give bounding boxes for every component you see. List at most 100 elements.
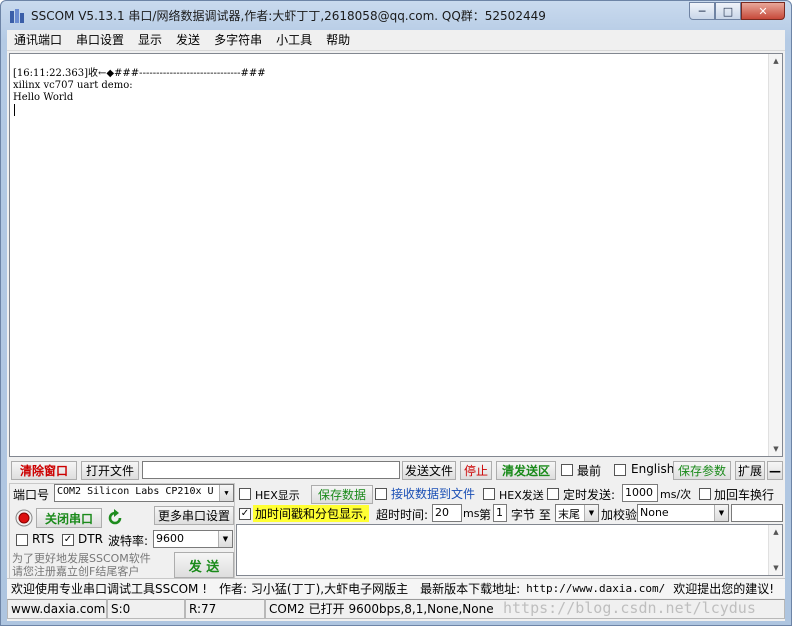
baud-select[interactable]: 9600 ▼	[153, 530, 233, 548]
window-title: SSCOM V5.13.1 串口/网络数据调试器,作者:大虾丁丁,2618058…	[31, 9, 546, 23]
expand-button[interactable]: 扩展	[735, 461, 765, 480]
menu-tools[interactable]: 小工具	[269, 31, 319, 50]
checksum-select[interactable]: None ▼	[637, 504, 729, 522]
feedback-text: 欢迎提出您的建议!	[673, 582, 775, 596]
output-line: xilinx vc707 uart demo:	[13, 80, 133, 91]
timeout-unit: ms	[463, 507, 480, 520]
scroll-down-icon[interactable]: ▼	[769, 442, 783, 456]
menu-send[interactable]: 发送	[169, 31, 207, 50]
file-toolbar: 清除窗口 打开文件 发送文件 停止 清发送区 最前 English 保存参数 扩…	[7, 459, 785, 481]
port-panel: 端口号 COM2 Silicon Labs CP210x U ▼ 关闭串口 更多…	[9, 483, 235, 579]
sscom-app-icon	[10, 9, 24, 23]
output-line: Hello World	[13, 92, 74, 103]
output-scrollbar[interactable]: ▲ ▼	[768, 54, 782, 456]
refresh-icon[interactable]	[106, 509, 124, 527]
add-crlf-label: 加回车换行	[714, 488, 775, 502]
menu-comm-port[interactable]: 通讯端口	[7, 31, 69, 50]
receive-text: [16:11:22.363]收←◆###--------------------…	[13, 68, 266, 104]
byte-end-select[interactable]: 末尾 ▼	[555, 504, 599, 522]
open-file-button[interactable]: 打开文件	[81, 461, 139, 480]
info-bar: 欢迎使用专业串口调试工具SSCOM ! 作者: 习小猛(丁丁),大虾电子网版主 …	[7, 578, 785, 598]
status-sent-count: S:0	[107, 599, 185, 619]
timeout-input[interactable]: 20	[432, 504, 462, 522]
hex-display-label: HEX显示	[255, 489, 300, 502]
stop-button[interactable]: 停止	[460, 461, 492, 480]
interval-unit: ms/次	[660, 488, 692, 501]
download-label: 最新版本下载地址:	[420, 582, 521, 596]
author-text: 作者: 习小猛(丁丁),大虾电子网版主	[219, 582, 409, 596]
send-scrollbar[interactable]: ▲ ▼	[768, 525, 782, 575]
status-port-info: COM2 已打开 9600bps,8,1,None,None	[265, 599, 785, 619]
baud-value: 9600	[156, 532, 184, 545]
receive-output[interactable]: [16:11:22.363]收←◆###--------------------…	[9, 53, 783, 457]
promo-text: 为了更好地发展SSCOM软件 请您注册嘉立创F结尾客户	[12, 552, 151, 578]
title-bar[interactable]: SSCOM V5.13.1 串口/网络数据调试器,作者:大虾丁丁,2618058…	[1, 1, 791, 29]
menu-multi-string[interactable]: 多字符串	[207, 31, 269, 50]
timed-send-checkbox[interactable]	[547, 488, 559, 500]
menu-bar: 通讯端口 串口设置 显示 发送 多字符串 小工具 帮助	[7, 30, 785, 51]
close-port-button[interactable]: 关闭串口	[36, 508, 102, 528]
minimize-button[interactable]: ─	[689, 2, 715, 20]
send-file-button[interactable]: 发送文件	[402, 461, 456, 480]
timeout-label: 超时时间:	[376, 508, 429, 522]
send-textarea[interactable]: ▲ ▼	[236, 524, 783, 576]
rts-checkbox[interactable]	[16, 534, 28, 546]
status-website: www.daxia.com	[7, 599, 107, 619]
status-received-count: R:77	[185, 599, 265, 619]
topmost-checkbox[interactable]	[561, 464, 573, 476]
port-value: COM2 Silicon Labs CP210x U	[57, 486, 214, 497]
app-window: SSCOM V5.13.1 串口/网络数据调试器,作者:大虾丁丁,2618058…	[0, 0, 792, 626]
timed-send-label: 定时发送:	[563, 488, 616, 502]
port-status-icon	[15, 509, 33, 527]
byte-mid-label: 字节 至	[511, 508, 551, 522]
dtr-label: DTR	[78, 532, 103, 546]
menu-serial-settings[interactable]: 串口设置	[69, 31, 131, 50]
menu-help[interactable]: 帮助	[319, 31, 357, 50]
clear-window-button[interactable]: 清除窗口	[11, 461, 77, 480]
clear-send-button[interactable]: 清发送区	[496, 461, 556, 480]
rts-label: RTS	[32, 532, 55, 546]
text-caret	[14, 104, 15, 116]
hex-display-checkbox[interactable]	[239, 488, 251, 500]
chevron-down-icon[interactable]: ▼	[219, 485, 233, 501]
download-link[interactable]: http://www.daxia.com/	[526, 582, 665, 595]
hex-send-label: HEX发送	[499, 489, 544, 502]
scroll-up-icon[interactable]: ▲	[769, 54, 783, 68]
chevron-down-icon[interactable]: ▼	[218, 531, 232, 547]
output-line: [16:11:22.363]收←◆###--------------------…	[13, 68, 266, 79]
port-label: 端口号	[13, 488, 50, 502]
save-params-button[interactable]: 保存参数	[673, 461, 731, 480]
english-label: English	[631, 462, 675, 476]
add-crlf-checkbox[interactable]	[699, 488, 711, 500]
more-settings-button[interactable]: 更多串口设置	[154, 506, 234, 525]
status-bar: www.daxia.com S:0 R:77 COM2 已打开 9600bps,…	[7, 599, 785, 619]
file-path-input[interactable]	[142, 461, 400, 479]
save-data-button[interactable]: 保存数据	[311, 485, 373, 504]
byte-end-value: 末尾	[558, 508, 580, 521]
chevron-down-icon[interactable]: ▼	[584, 505, 598, 521]
checksum-extra-input[interactable]	[731, 504, 783, 522]
recv-to-file-checkbox[interactable]	[375, 488, 387, 500]
timestamp-checkbox[interactable]: ✓	[239, 508, 251, 520]
timestamp-label: 加时间戳和分包显示,	[253, 505, 369, 522]
hex-send-checkbox[interactable]	[483, 488, 495, 500]
collapse-button[interactable]: —	[767, 461, 783, 480]
client-area: [16:11:22.363]收←◆###--------------------…	[7, 51, 785, 621]
checksum-value: None	[640, 506, 669, 519]
maximize-button[interactable]: □	[715, 2, 741, 20]
topmost-label: 最前	[577, 464, 602, 478]
close-button[interactable]: ✕	[741, 2, 785, 20]
dtr-checkbox[interactable]: ✓	[62, 534, 74, 546]
scroll-down-icon[interactable]: ▼	[769, 561, 783, 575]
interval-input[interactable]: 1000	[622, 484, 658, 502]
byte-prefix: 第	[479, 508, 492, 522]
byte-input[interactable]: 1	[493, 504, 507, 522]
checksum-label: 加校验	[601, 508, 638, 522]
menu-display[interactable]: 显示	[131, 31, 169, 50]
chevron-down-icon[interactable]: ▼	[714, 505, 728, 521]
send-button[interactable]: 发 送	[174, 552, 234, 578]
port-select[interactable]: COM2 Silicon Labs CP210x U ▼	[54, 484, 234, 502]
english-checkbox[interactable]	[614, 464, 626, 476]
scroll-up-icon[interactable]: ▲	[769, 525, 783, 539]
recv-to-file-label[interactable]: 接收数据到文件	[391, 485, 475, 502]
